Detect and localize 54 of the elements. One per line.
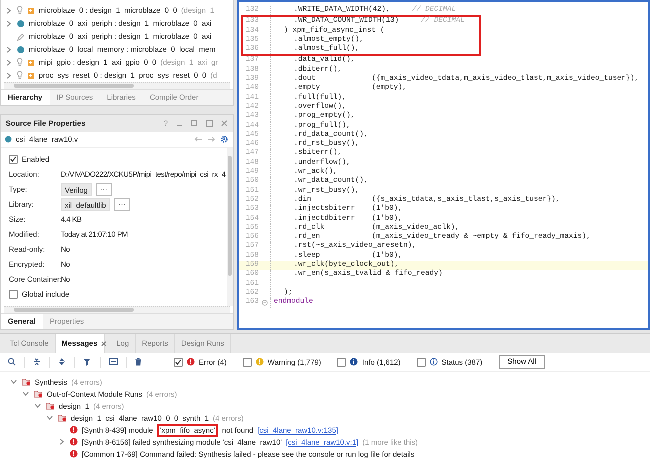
scrollbar[interactable] (227, 148, 233, 306)
warning-icon (256, 358, 264, 366)
expand-all-icon[interactable] (58, 358, 66, 366)
caret-right-icon[interactable] (58, 438, 66, 446)
caret-right-icon[interactable] (5, 58, 13, 66)
back-arrow-icon[interactable] (194, 136, 203, 143)
error-icon (187, 358, 195, 366)
checkbox[interactable] (337, 358, 346, 366)
restore-icon[interactable] (191, 120, 198, 127)
settings-icon[interactable] (220, 135, 229, 144)
delete-icon[interactable] (135, 358, 142, 366)
close-icon[interactable] (221, 120, 228, 127)
lightbulb-icon (17, 71, 23, 80)
error-icon (70, 426, 78, 434)
filter-icon[interactable] (83, 358, 92, 366)
run-error-icon (22, 378, 31, 386)
run-error-icon (58, 414, 67, 422)
ip-block-icon (27, 72, 35, 80)
caret-right-icon[interactable] (5, 72, 13, 80)
checkbox[interactable] (416, 358, 426, 366)
caret-down-icon[interactable] (46, 414, 54, 422)
caret-right-icon[interactable] (5, 46, 13, 54)
collapse-all-icon[interactable] (33, 358, 41, 366)
circle-icon (17, 20, 25, 28)
run-error-icon (34, 390, 43, 398)
scrollbar[interactable] (4, 82, 230, 89)
caret-right-icon[interactable] (5, 6, 13, 14)
caret-down-icon[interactable] (22, 390, 30, 398)
checkbox[interactable] (9, 290, 18, 299)
caret-down-icon[interactable] (10, 378, 18, 386)
error-icon (70, 438, 78, 446)
ip-block-icon (27, 6, 35, 14)
search-icon[interactable] (8, 358, 16, 366)
checkbox[interactable] (174, 358, 183, 366)
caret-down-icon[interactable] (34, 402, 42, 410)
fold-icon[interactable] (262, 300, 268, 306)
message-list-icon[interactable] (109, 358, 118, 366)
ip-block-icon (27, 58, 35, 66)
pencil-icon (17, 32, 25, 40)
circle-icon (17, 46, 25, 54)
file-icon (5, 136, 12, 143)
caret-right-icon[interactable] (5, 20, 13, 28)
checkbox[interactable] (242, 358, 252, 366)
info-icon (350, 358, 358, 366)
checkbox[interactable] (9, 155, 18, 164)
forward-arrow-icon[interactable] (207, 136, 216, 143)
lightbulb-icon (17, 6, 23, 15)
info-outline-icon (430, 358, 438, 366)
close-icon[interactable] (100, 340, 107, 346)
maximize-icon[interactable] (206, 120, 213, 127)
run-error-icon (46, 402, 55, 410)
scrollbar[interactable] (4, 306, 230, 313)
lightbulb-icon (17, 58, 23, 67)
error-icon (70, 450, 78, 458)
